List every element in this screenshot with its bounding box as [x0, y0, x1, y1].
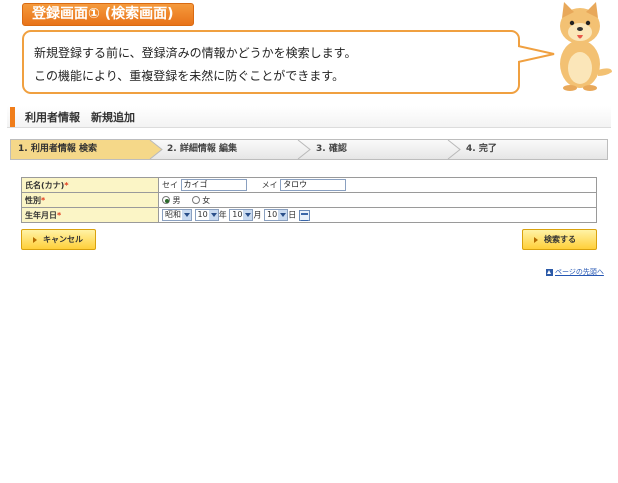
mei-input[interactable]: タロウ	[280, 179, 347, 191]
arrow-right-icon	[534, 236, 538, 243]
page-heading: 利用者情報 新規追加	[7, 106, 611, 128]
month-unit: 月	[253, 210, 262, 220]
calendar-icon[interactable]	[298, 209, 310, 221]
chevron-down-icon[interactable]	[208, 210, 218, 220]
birth-value-cell: 昭和 10 年 10 月 10 日	[158, 207, 597, 223]
year-unit: 年	[218, 210, 227, 220]
description-line-1: 新規登録する前に、登録済みの情報かどうかを検索します。	[34, 46, 357, 60]
year-value: 10	[197, 210, 208, 219]
step-3: 3. 確認	[316, 144, 347, 154]
required-mark: *	[64, 180, 69, 190]
era-select[interactable]: 昭和	[162, 209, 192, 221]
day-value: 10	[267, 210, 278, 219]
description-line-2: この機能により、重複登録を未然に防ぐことができます。	[34, 69, 345, 83]
step-arrow-icon	[447, 140, 461, 159]
name-row: 氏名(カナ)* セイ カイゴ メイ タロウ	[21, 177, 597, 193]
name-value-cell: セイ カイゴ メイ タロウ	[158, 177, 597, 193]
name-label-cell: 氏名(カナ)*	[21, 177, 159, 193]
chevron-down-icon[interactable]	[182, 210, 191, 220]
step-1: 1. 利用者情報 検索	[11, 140, 151, 159]
birth-label: 生年月日	[25, 210, 57, 220]
step-arrow-icon	[149, 140, 163, 159]
heading-accent-bar	[10, 107, 15, 127]
step-arrow-icon	[297, 140, 311, 159]
day-select[interactable]: 10	[264, 209, 289, 221]
mei-label: メイ	[261, 180, 278, 190]
day-unit: 日	[288, 210, 297, 220]
dog-mascot-icon	[560, 2, 612, 91]
page-top-label[interactable]: ページの先頭へ	[555, 268, 604, 276]
description-callout: 新規登録する前に、登録済みの情報かどうかを検索します。 この機能により、重複登録…	[22, 30, 520, 94]
sei-label: セイ	[162, 180, 178, 190]
required-mark: *	[57, 210, 62, 220]
arrow-up-icon	[546, 268, 553, 276]
gender-label: 性別	[25, 195, 41, 205]
gender-row: 性別* 男 女	[21, 192, 597, 208]
search-form-table: 氏名(カナ)* セイ カイゴ メイ タロウ 性別* 男 女 生年月日* 昭和 1…	[21, 177, 597, 223]
cancel-button[interactable]: キャンセル	[21, 229, 96, 250]
name-label: 氏名(カナ)	[25, 180, 65, 190]
birth-label-cell: 生年月日*	[21, 207, 159, 223]
sei-input[interactable]: カイゴ	[180, 179, 247, 191]
year-select[interactable]: 10	[194, 209, 219, 221]
step-4: 4. 完了	[466, 144, 497, 154]
chevron-down-icon[interactable]	[243, 210, 253, 220]
era-value: 昭和	[165, 210, 181, 219]
search-button[interactable]: 検索する	[522, 229, 597, 250]
step-progress-bar: 1. 利用者情報 検索 2. 詳細情報 編集 3. 確認 4. 完了	[10, 139, 608, 160]
required-mark: *	[41, 195, 46, 205]
gender-male-radio[interactable]	[162, 196, 170, 204]
month-select[interactable]: 10	[229, 209, 254, 221]
gender-label-cell: 性別*	[21, 192, 159, 208]
page-top-link[interactable]: ページの先頭へ	[546, 267, 604, 277]
gender-female-label[interactable]: 女	[202, 196, 210, 205]
gender-male-label[interactable]: 男	[173, 196, 181, 205]
gender-female-radio[interactable]	[191, 196, 200, 204]
month-value: 10	[232, 210, 243, 219]
search-button-label: 検索する	[544, 235, 576, 244]
step-2: 2. 詳細情報 編集	[167, 144, 237, 154]
birth-row: 生年月日* 昭和 10 年 10 月 10 日	[21, 207, 597, 223]
gender-value-cell: 男 女	[158, 192, 597, 208]
screen-title: 登録画面① (検索画面)	[22, 3, 194, 26]
arrow-right-icon	[33, 236, 37, 243]
page-title: 利用者情報 新規追加	[25, 111, 135, 124]
cancel-button-label: キャンセル	[43, 235, 83, 244]
chevron-down-icon[interactable]	[278, 210, 288, 220]
